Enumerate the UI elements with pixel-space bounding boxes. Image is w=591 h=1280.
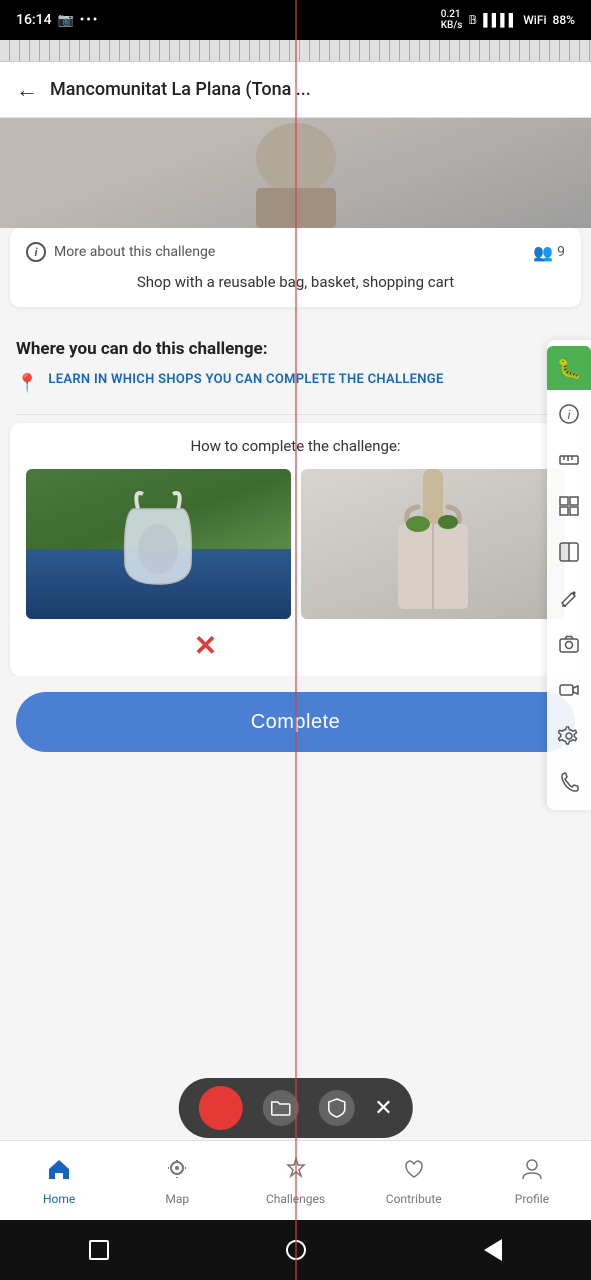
bug-icon-button[interactable]: 🐛 — [547, 346, 591, 390]
participants-icon: 👥 — [533, 243, 553, 262]
location-pin-icon: 📍 — [16, 373, 38, 394]
hero-image-inner — [0, 118, 591, 228]
camera-icon-button[interactable] — [547, 622, 591, 666]
where-link[interactable]: LEARN IN WHICH SHOPS YOU CAN COMPLETE TH… — [48, 371, 443, 389]
status-left: 16:14 📷 ••• — [16, 12, 99, 28]
back-button[interactable]: ← — [16, 77, 38, 103]
android-back-button[interactable] — [475, 1232, 511, 1268]
complete-section: Complete — [0, 676, 591, 760]
challenges-icon — [283, 1156, 309, 1188]
info-icon[interactable]: i — [26, 242, 46, 262]
nav-item-profile[interactable]: Profile — [473, 1148, 591, 1214]
participants-count: 9 — [557, 244, 565, 260]
map-icon — [164, 1156, 190, 1188]
signal-icon: ▌▌▌▌ — [483, 13, 517, 27]
record-button[interactable] — [198, 1086, 242, 1130]
participants: 👥 9 — [533, 243, 565, 262]
bluetooth-icon: 𝔹 — [468, 13, 477, 27]
settings-icon-button[interactable] — [547, 714, 591, 758]
edit-icon-button[interactable] — [547, 576, 591, 620]
hero-image — [0, 118, 591, 228]
challenge-description: Shop with a reusable bag, basket, shoppi… — [26, 272, 565, 293]
info-icon-button[interactable]: i — [547, 392, 591, 436]
circle-icon — [286, 1240, 306, 1260]
content-area: i More about this challenge 👥 9 Shop wit… — [0, 118, 591, 1140]
bottom-nav: Home Map Challenges Contribute Profile — [0, 1140, 591, 1220]
tote-bag-image — [301, 469, 566, 619]
challenge-meta: i More about this challenge 👥 9 — [26, 242, 565, 262]
network-speed: 0.21KB/s — [441, 9, 463, 31]
camera-icon: 📷 — [58, 13, 74, 28]
android-system-bar — [0, 1220, 591, 1280]
plastic-bag-svg — [113, 484, 203, 604]
svg-text:i: i — [568, 408, 571, 422]
shield-button[interactable] — [318, 1090, 354, 1126]
recording-toolbar: ✕ — [178, 1078, 412, 1138]
more-about-link[interactable]: More about this challenge — [54, 244, 215, 260]
ruler-strip — [0, 40, 591, 62]
page-title: Mancomunitat La Plana (Tona ... — [50, 79, 575, 100]
how-images — [26, 469, 565, 619]
contribute-icon — [401, 1156, 427, 1188]
location-icon-wrap: 📍 — [16, 373, 38, 394]
where-title: Where you can do this challenge: — [16, 339, 575, 359]
ruler-icon-button[interactable] — [547, 438, 591, 482]
map-label: Map — [165, 1192, 189, 1206]
home-label: Home — [43, 1192, 75, 1206]
good-image-wrap — [301, 469, 566, 619]
hero-person-svg — [196, 118, 396, 228]
tote-bag-svg — [378, 469, 488, 619]
grid-icon-button[interactable] — [547, 484, 591, 528]
plastic-bag-image — [26, 469, 291, 619]
how-section: How to complete the challenge: — [10, 423, 581, 676]
nav-item-map[interactable]: Map — [118, 1148, 236, 1214]
square-icon — [89, 1240, 109, 1260]
right-sidebar: 🐛 i — [547, 340, 591, 810]
how-title: How to complete the challenge: — [26, 437, 565, 455]
profile-label: Profile — [515, 1192, 549, 1206]
video-icon-button[interactable] — [547, 668, 591, 712]
challenges-label: Challenges — [266, 1192, 325, 1206]
wifi-icon: WiFi — [523, 13, 546, 27]
nav-item-contribute[interactable]: Contribute — [355, 1148, 473, 1214]
where-section: Where you can do this challenge: 📍 LEARN… — [0, 323, 591, 414]
phone-icon-button[interactable] — [547, 760, 591, 804]
folder-button[interactable] — [262, 1090, 298, 1126]
android-square-button[interactable] — [81, 1232, 117, 1268]
contribute-label: Contribute — [386, 1192, 442, 1206]
status-right: 0.21KB/s 𝔹 ▌▌▌▌ WiFi 88% — [441, 9, 575, 31]
profile-icon — [519, 1156, 545, 1188]
nav-item-home[interactable]: Home — [0, 1148, 118, 1214]
divider — [16, 414, 575, 415]
split-view-icon-button[interactable] — [547, 530, 591, 574]
status-time: 16:14 — [16, 12, 52, 28]
how-image-indicator: ✕ — [26, 629, 565, 662]
bad-image-wrap — [26, 469, 291, 619]
challenge-card: i More about this challenge 👥 9 Shop wit… — [10, 228, 581, 307]
nav-item-challenges[interactable]: Challenges — [236, 1148, 354, 1214]
complete-button[interactable]: Complete — [16, 692, 575, 752]
x-mark: ✕ — [194, 629, 217, 662]
close-recording-button[interactable]: ✕ — [374, 1096, 392, 1121]
status-bar: 16:14 📷 ••• 0.21KB/s 𝔹 ▌▌▌▌ WiFi 88% — [0, 0, 591, 40]
top-nav: ← Mancomunitat La Plana (Tona ... — [0, 62, 591, 118]
more-icon: ••• — [80, 13, 100, 28]
battery-status: 88% — [553, 13, 575, 27]
home-icon — [46, 1156, 72, 1188]
android-home-button[interactable] — [278, 1232, 314, 1268]
triangle-icon — [484, 1239, 502, 1261]
where-link-row: 📍 LEARN IN WHICH SHOPS YOU CAN COMPLETE … — [16, 371, 575, 394]
